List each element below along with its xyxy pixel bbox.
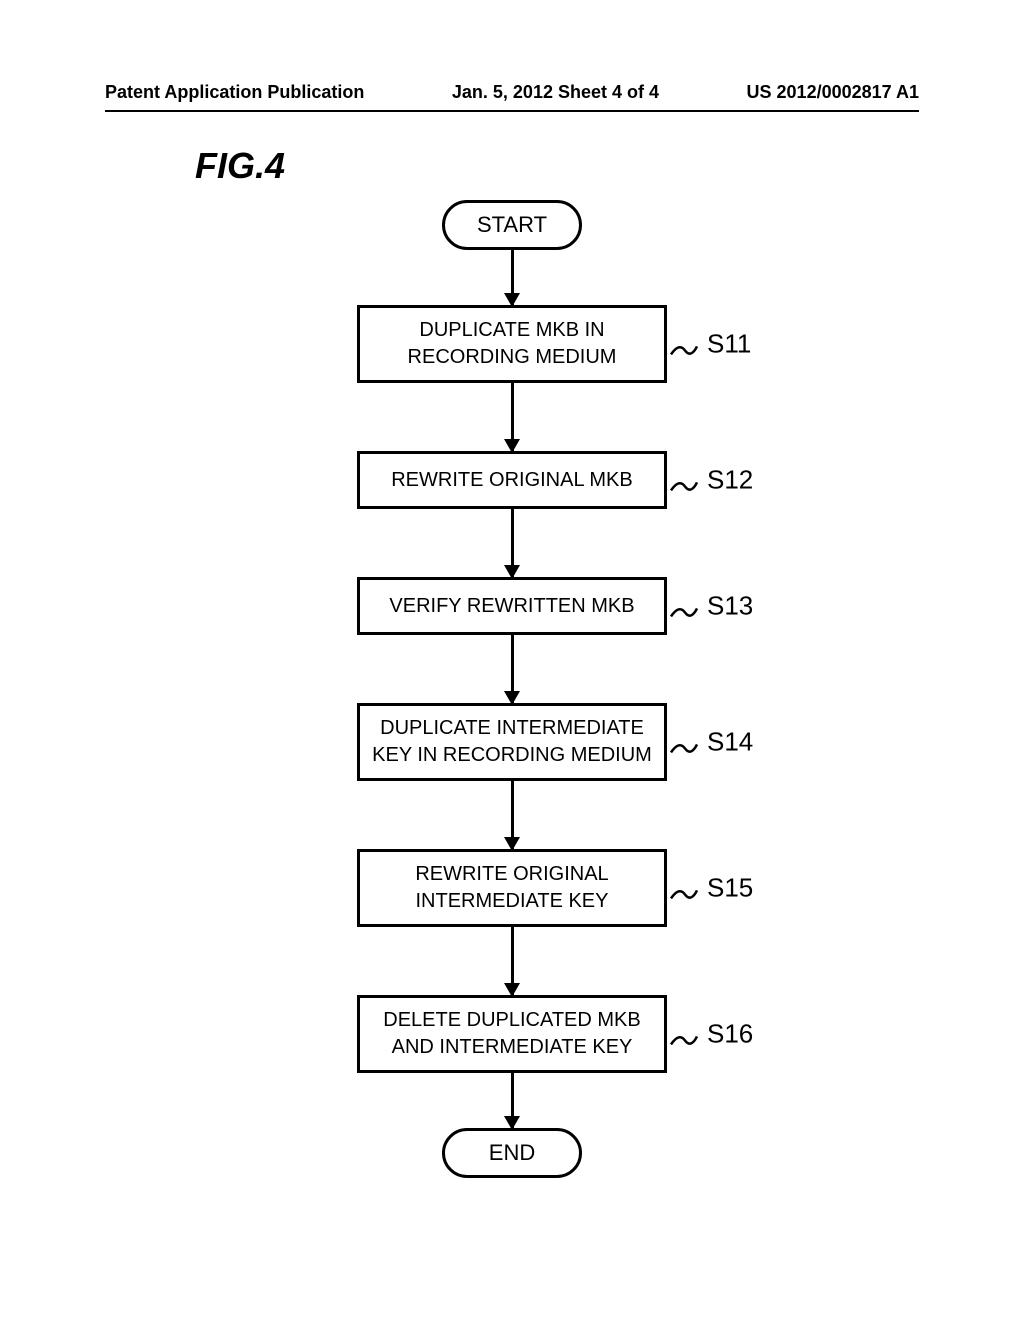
terminal-start: START bbox=[442, 200, 582, 250]
step-id: S15 bbox=[707, 870, 753, 905]
connector-tilde-icon bbox=[669, 470, 699, 490]
start-label: START bbox=[477, 212, 547, 238]
figure-label: FIG.4 bbox=[195, 145, 285, 187]
step-label-s16: S16 bbox=[664, 1016, 753, 1051]
process-s16: DELETE DUPLICATED MKB AND INTERMEDIATE K… bbox=[357, 995, 667, 1073]
header-right: US 2012/0002817 A1 bbox=[747, 82, 919, 103]
process-text: DUPLICATE MKB IN RECORDING MEDIUM bbox=[360, 317, 664, 371]
step-label-s11: S11 bbox=[664, 326, 751, 361]
step-label-s12: S12 bbox=[664, 462, 753, 497]
connector-tilde-icon bbox=[669, 596, 699, 616]
arrow-icon bbox=[511, 781, 514, 849]
step-label-s15: S15 bbox=[664, 870, 753, 905]
step-id: S13 bbox=[707, 588, 753, 623]
arrow-icon bbox=[511, 635, 514, 703]
end-label: END bbox=[489, 1140, 535, 1166]
connector-tilde-icon bbox=[669, 878, 699, 898]
arrow-icon bbox=[511, 250, 514, 305]
header-center: Jan. 5, 2012 Sheet 4 of 4 bbox=[452, 82, 659, 103]
terminal-end: END bbox=[442, 1128, 582, 1178]
arrow-icon bbox=[511, 927, 514, 995]
step-id: S14 bbox=[707, 724, 753, 759]
process-s14: DUPLICATE INTERMEDIATE KEY IN RECORDING … bbox=[357, 703, 667, 781]
process-s13: VERIFY REWRITTEN MKB S13 bbox=[357, 577, 667, 635]
connector-tilde-icon bbox=[669, 334, 699, 354]
step-id: S11 bbox=[707, 326, 751, 361]
process-s12: REWRITE ORIGINAL MKB S12 bbox=[357, 451, 667, 509]
process-text: VERIFY REWRITTEN MKB bbox=[389, 593, 634, 620]
process-text: DUPLICATE INTERMEDIATE KEY IN RECORDING … bbox=[360, 715, 664, 769]
arrow-icon bbox=[511, 509, 514, 577]
arrow-icon bbox=[511, 1073, 514, 1128]
header-divider bbox=[105, 110, 919, 112]
step-id: S16 bbox=[707, 1016, 753, 1051]
process-text: REWRITE ORIGINAL MKB bbox=[391, 467, 633, 494]
process-text: DELETE DUPLICATED MKB AND INTERMEDIATE K… bbox=[360, 1007, 664, 1061]
process-s11: DUPLICATE MKB IN RECORDING MEDIUM S11 bbox=[357, 305, 667, 383]
flowchart: START DUPLICATE MKB IN RECORDING MEDIUM … bbox=[0, 200, 1024, 1178]
step-label-s14: S14 bbox=[664, 724, 753, 759]
arrow-icon bbox=[511, 383, 514, 451]
process-text: REWRITE ORIGINAL INTERMEDIATE KEY bbox=[360, 861, 664, 915]
page-header: Patent Application Publication Jan. 5, 2… bbox=[0, 82, 1024, 103]
step-id: S12 bbox=[707, 462, 753, 497]
step-label-s13: S13 bbox=[664, 588, 753, 623]
connector-tilde-icon bbox=[669, 732, 699, 752]
connector-tilde-icon bbox=[669, 1024, 699, 1044]
process-s15: REWRITE ORIGINAL INTERMEDIATE KEY S15 bbox=[357, 849, 667, 927]
header-left: Patent Application Publication bbox=[105, 82, 364, 103]
